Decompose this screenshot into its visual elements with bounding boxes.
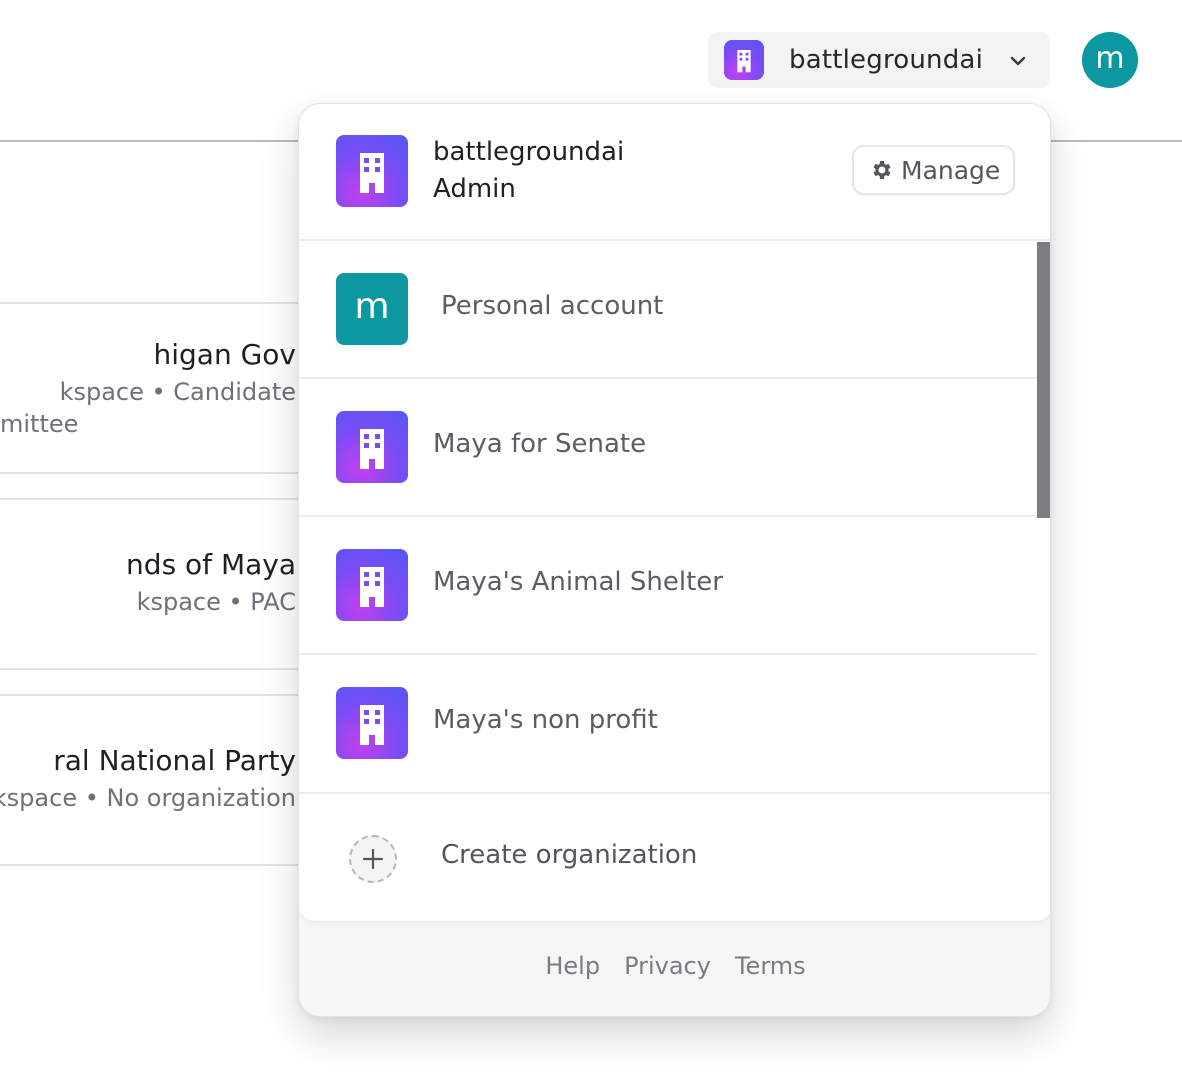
workspace-subtitle-cont: mittee [0,410,79,438]
account-item-label: Maya's Animal Shelter [433,567,723,597]
workspace-card[interactable]: ral National Party kspace • No organizat… [0,694,310,866]
building-icon [336,135,408,207]
workspace-title: nds of Maya [126,548,296,581]
create-organization-label: Create organization [441,840,698,870]
workspace-card[interactable]: higan Gov kspace • Candidate mittee [0,302,310,474]
building-icon [724,40,764,80]
active-org-header: battlegroundai Admin Manage [299,104,1050,241]
org-switcher-name: battlegroundai [789,45,983,75]
account-item-label: Maya's non profit [433,705,658,735]
workspace-card[interactable]: nds of Maya kspace • PAC [0,498,310,670]
workspace-subtitle: kspace • PAC [136,588,296,616]
building-icon [336,411,408,483]
manage-label: Manage [901,155,1001,185]
active-org-name: battlegroundai [433,137,625,167]
popover-main-panel: battlegroundai Admin Manage m Personal a… [299,104,1050,921]
building-icon [336,687,408,759]
account-item-label: Personal account [441,291,664,321]
workspace-title: ral National Party [53,744,296,777]
user-avatar[interactable]: m [1082,32,1138,88]
plus-icon [349,835,397,883]
account-item-mayas-non-profit[interactable]: Maya's non profit [299,655,1037,793]
terms-link[interactable]: Terms [735,952,806,980]
chevron-down-icon [1010,56,1026,66]
active-org-role: Admin [433,174,516,204]
account-item-personal[interactable]: m Personal account [299,241,1037,379]
create-organization-button[interactable]: Create organization [299,792,1050,921]
account-item-maya-for-senate[interactable]: Maya for Senate [299,379,1037,517]
workspace-subtitle: kspace • No organization [0,784,296,812]
popover-footer: Help Privacy Terms [299,952,1050,980]
account-item-label: Maya for Senate [433,429,647,459]
account-item-mayas-animal-shelter[interactable]: Maya's Animal Shelter [299,517,1037,655]
workspace-title: higan Gov [153,338,296,371]
org-switcher-popover: battlegroundai Admin Manage m Personal a… [298,103,1051,1017]
personal-avatar: m [336,273,408,345]
building-icon [336,549,408,621]
gear-icon [873,161,891,179]
help-link[interactable]: Help [545,952,600,980]
account-list-scrollbar[interactable] [1037,242,1050,518]
manage-button[interactable]: Manage [852,145,1015,195]
privacy-link[interactable]: Privacy [624,952,711,980]
org-switcher-button[interactable]: battlegroundai [708,32,1050,88]
workspace-subtitle: kspace • Candidate [59,378,296,406]
